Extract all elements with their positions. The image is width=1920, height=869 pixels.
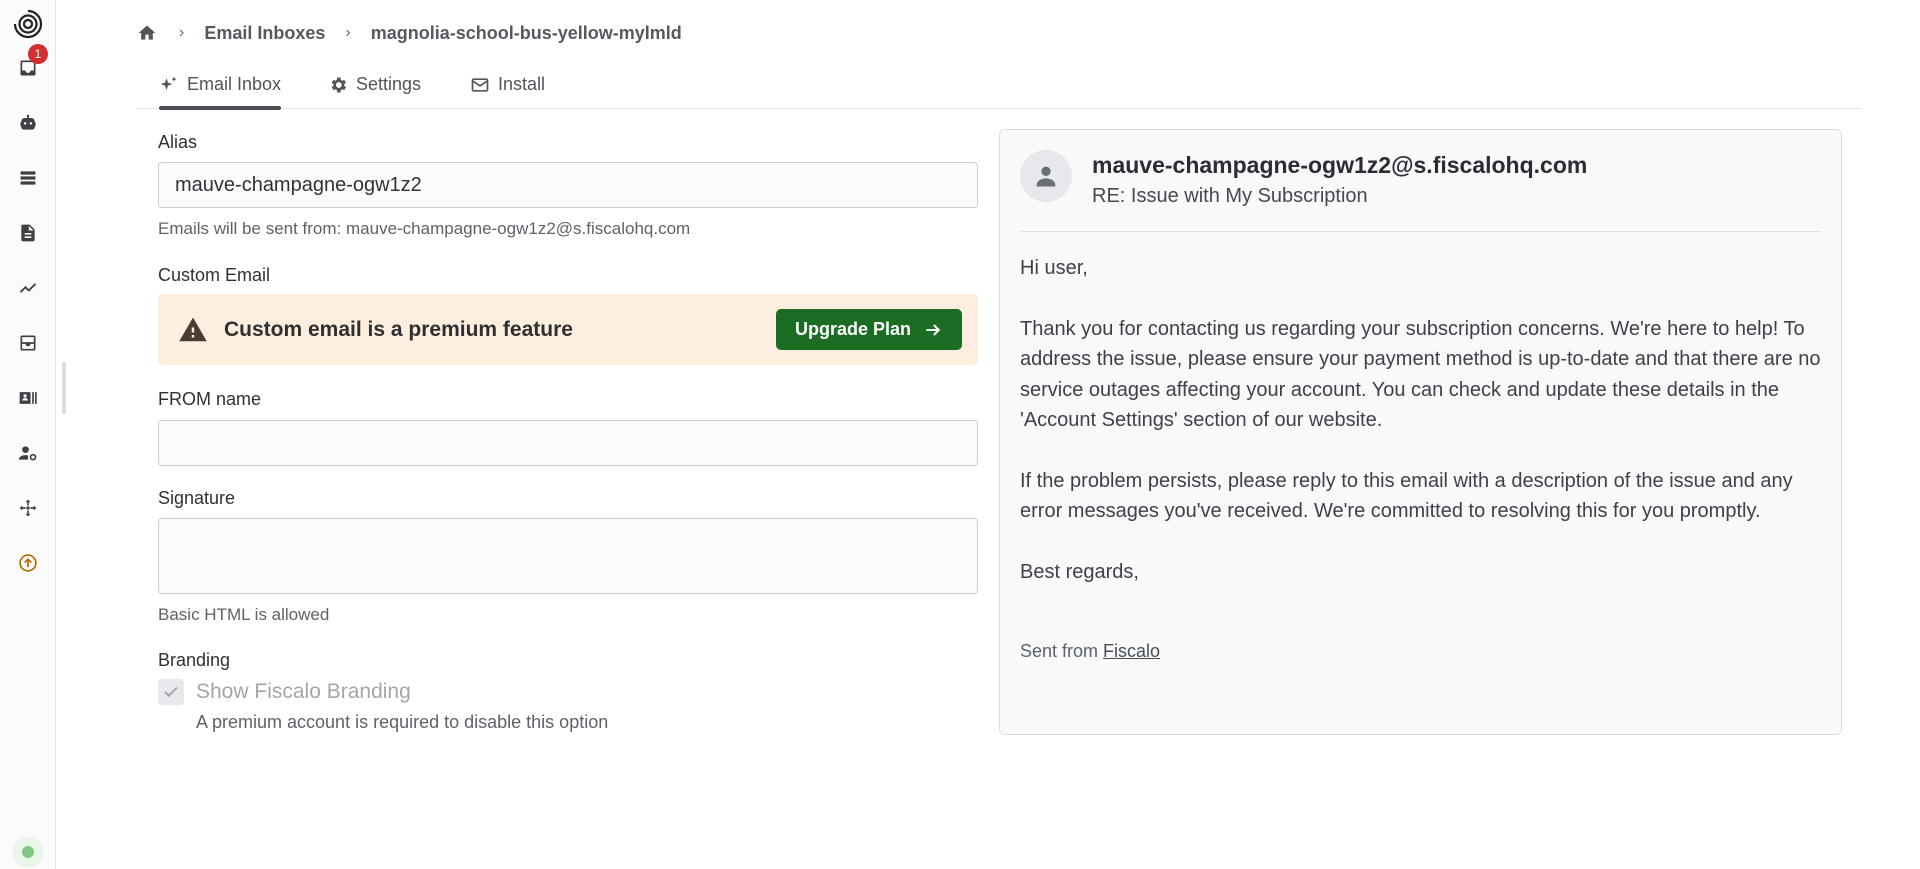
preview-divider <box>1020 231 1821 232</box>
preview-paragraph-2: If the problem persists, please reply to… <box>1020 469 1793 523</box>
robot-icon[interactable] <box>10 105 46 141</box>
breadcrumb-email-inboxes[interactable]: Email Inboxes <box>204 23 325 44</box>
upgrade-icon[interactable] <box>10 545 46 581</box>
branding-label: Branding <box>158 650 231 670</box>
move-icon[interactable] <box>10 490 46 526</box>
tab-settings[interactable]: Settings <box>328 70 421 109</box>
email-preview: mauve-champagne-ogw1z2@s.fiscalohq.com R… <box>999 129 1842 735</box>
arrow-right-icon <box>926 323 941 336</box>
tray-icon[interactable] <box>10 325 46 361</box>
preview-paragraph-1: Thank you for contacting us regarding yo… <box>1020 317 1821 432</box>
document-icon[interactable] <box>10 215 46 251</box>
person-icon <box>1036 166 1056 187</box>
premium-alert: Custom email is a premium feature Upgrad… <box>158 294 978 365</box>
warning-icon <box>179 317 207 341</box>
tab-bar: Email Inbox Settings Install <box>137 70 1860 110</box>
chevron-right-icon: › <box>345 24 351 41</box>
alias-input[interactable]: mauve-champagne-ogw1z2 <box>158 162 978 208</box>
status-indicator <box>13 837 43 867</box>
preview-body: Hi user, Thank you for contacting us reg… <box>1020 253 1825 617</box>
sidebar: 1 <box>0 0 56 869</box>
tab-email-inbox[interactable]: Email Inbox <box>159 70 282 110</box>
mail-icon <box>471 78 489 92</box>
breadcrumb-current: magnolia-school-bus-yellow-mylmld <box>370 22 682 43</box>
upgrade-plan-button[interactable]: Upgrade Plan <box>776 309 962 350</box>
alias-input-value: mauve-champagne-ogw1z2 <box>175 173 422 196</box>
preview-greeting: Hi user, <box>1020 257 1088 279</box>
avatar <box>1020 150 1072 202</box>
signature-textarea[interactable] <box>158 518 978 594</box>
preview-sent-from: Sent from Fiscalo <box>1020 641 1160 662</box>
from-name-input[interactable] <box>158 420 978 466</box>
sidebar-scrollbar[interactable] <box>62 362 66 414</box>
chart-line-icon[interactable] <box>10 270 46 306</box>
status-dot-icon <box>22 846 34 858</box>
logo-icon[interactable] <box>10 6 46 42</box>
tab-install[interactable]: Install <box>470 70 545 109</box>
premium-alert-text: Custom email is a premium feature <box>224 317 573 341</box>
sent-from-prefix: Sent from <box>1020 641 1099 661</box>
contact-card-icon[interactable] <box>10 380 46 416</box>
from-name-label: FROM name <box>158 389 262 409</box>
tab-email-inbox-label: Email Inbox <box>187 74 282 94</box>
sent-from-link[interactable]: Fiscalo <box>1103 641 1160 661</box>
preview-closing: Best regards, <box>1020 560 1139 583</box>
chevron-right-icon: › <box>179 24 185 41</box>
upgrade-plan-label: Upgrade Plan <box>794 319 912 339</box>
alias-help-text: Emails will be sent from: mauve-champagn… <box>158 219 691 238</box>
home-icon[interactable] <box>137 22 159 44</box>
custom-email-label: Custom Email <box>158 265 271 285</box>
tab-install-label: Install <box>498 74 546 94</box>
gear-icon <box>331 77 346 93</box>
notification-badge: 1 <box>28 44 48 64</box>
preview-subject: RE: Issue with My Subscription <box>1092 185 1368 207</box>
branding-help-text: A premium account is required to disable… <box>196 712 609 732</box>
breadcrumb: › Email Inboxes › magnolia-school-bus-ye… <box>137 20 682 46</box>
alias-label: Alias <box>158 132 198 152</box>
preview-from: mauve-champagne-ogw1z2@s.fiscalohq.com <box>1092 152 1588 178</box>
branding-checkbox[interactable] <box>158 679 184 705</box>
sparkle-icon <box>160 76 177 90</box>
tab-settings-label: Settings <box>356 74 422 94</box>
list-icon[interactable] <box>10 160 46 196</box>
branding-checkbox-label: Show Fiscalo Branding <box>196 680 411 703</box>
check-icon <box>164 686 178 698</box>
user-settings-icon[interactable] <box>10 435 46 471</box>
signature-help-text: Basic HTML is allowed <box>158 605 330 624</box>
inbox-icon[interactable]: 1 <box>10 44 48 86</box>
signature-label: Signature <box>158 488 236 508</box>
